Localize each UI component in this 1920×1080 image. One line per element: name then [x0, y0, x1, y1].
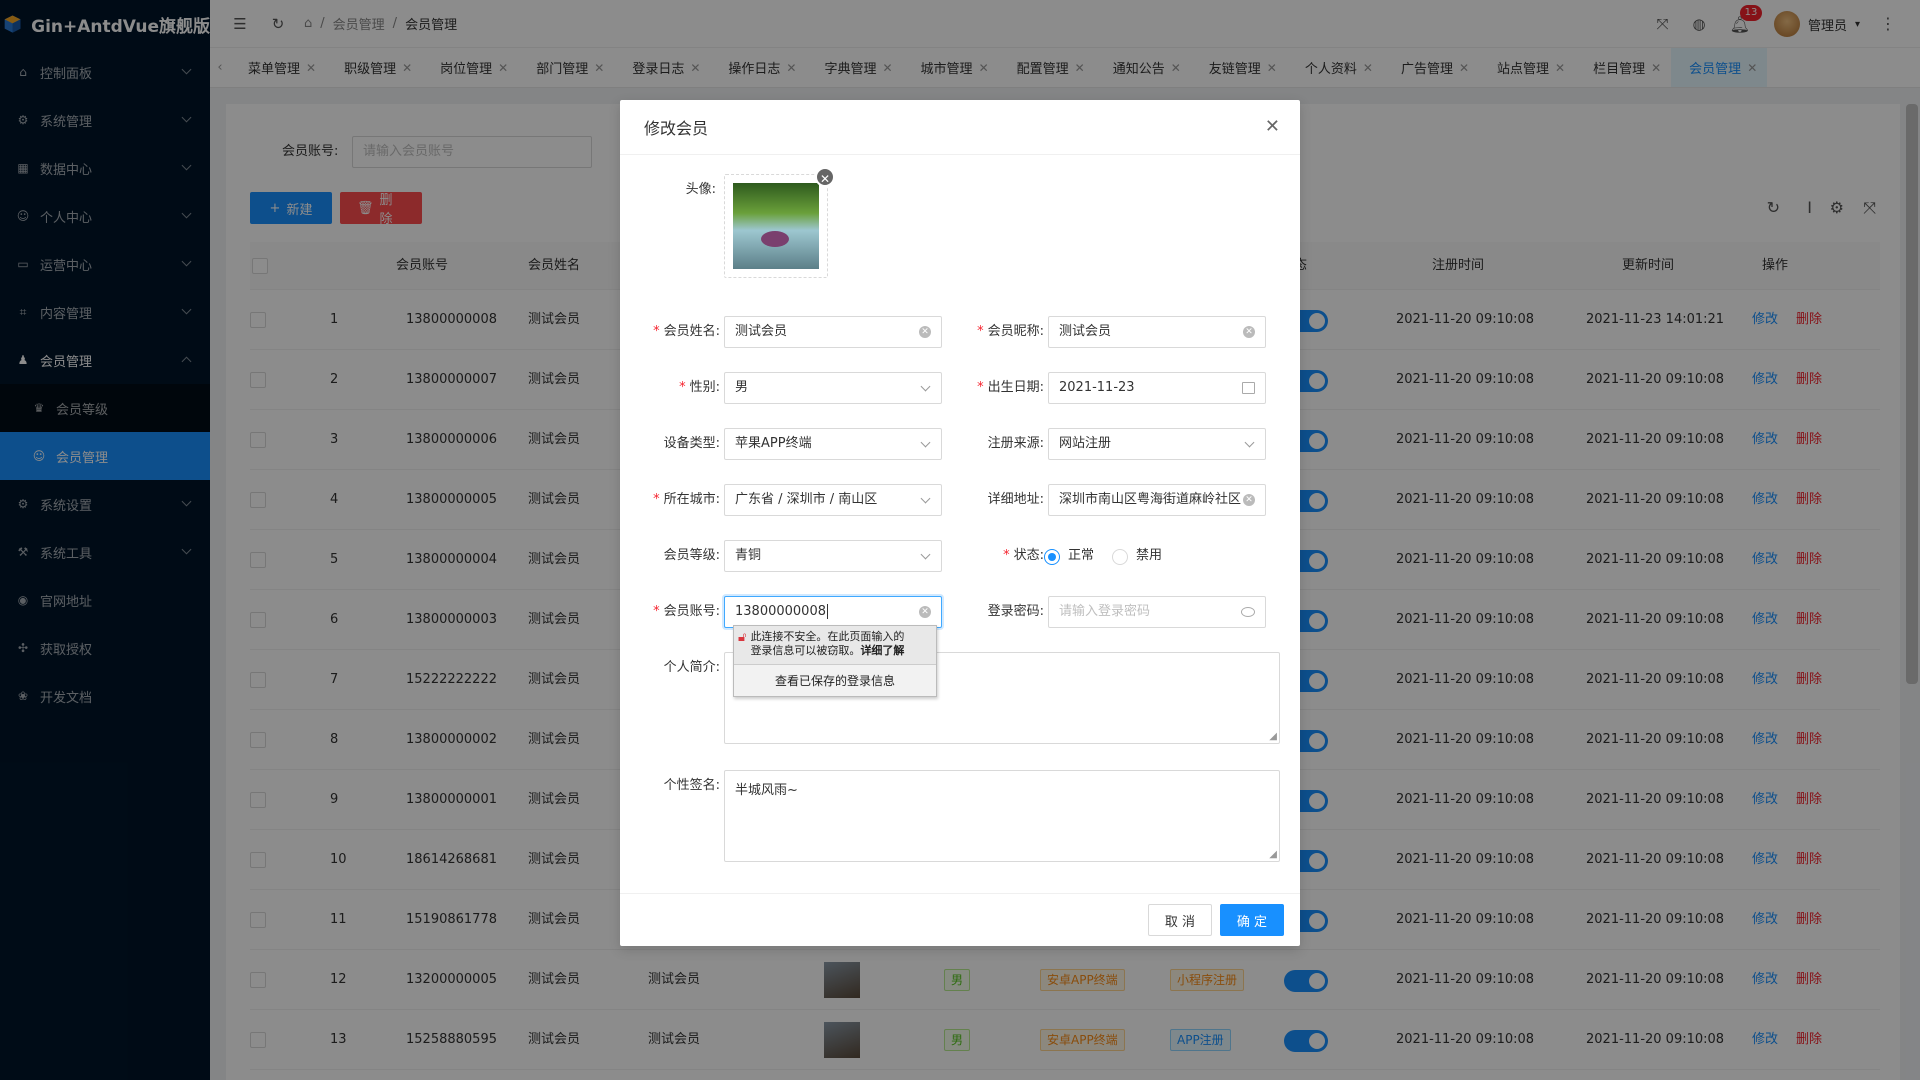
status-label: * 状态: — [1003, 548, 1044, 563]
label-text: 状态: — [1013, 548, 1044, 563]
device-label: 设备类型: — [663, 436, 720, 451]
password-label: 登录密码: — [987, 604, 1044, 619]
clear-icon[interactable]: ✕ — [1243, 494, 1255, 506]
chevron-down-icon — [920, 381, 931, 392]
field-value: 深圳市南山区粤海街道麻岭社区 — [1059, 492, 1242, 507]
resize-handle-icon[interactable]: ◢ — [1269, 849, 1277, 860]
avatar-image — [733, 183, 819, 269]
field-placeholder: 请输入登录密码 — [1059, 604, 1151, 619]
address-field[interactable]: 深圳市南山区粤海街道麻岭社区 ✕ — [1048, 484, 1266, 516]
level-select[interactable]: 青铜 — [724, 540, 942, 572]
close-icon[interactable]: ✕ — [1265, 118, 1280, 136]
field-value: 网站注册 — [1059, 436, 1112, 451]
modal-footer: 取 消 确 定 — [620, 893, 1300, 946]
warning-line: 登录信息可以被窃取。详细了解 — [750, 644, 904, 658]
gender-label: * 性别: — [679, 380, 720, 395]
city-cascader[interactable]: 广东省 / 深圳市 / 南山区 — [724, 484, 942, 516]
label-text: 会员姓名: — [663, 324, 720, 339]
field-value: 广东省 / 深圳市 / 南山区 — [735, 492, 878, 507]
label-text: 出生日期: — [987, 380, 1044, 395]
source-label: 注册来源: — [987, 436, 1044, 451]
field-value: 测试会员 — [735, 324, 788, 339]
lock-warning-icon: 🔓︎ — [738, 630, 747, 645]
chevron-down-icon — [1244, 437, 1255, 448]
calendar-icon — [1242, 382, 1255, 394]
field-value: 男 — [735, 380, 749, 395]
account-label: * 会员账号: — [653, 604, 720, 619]
password-field[interactable]: 请输入登录密码 — [1048, 596, 1266, 628]
status-normal-label[interactable]: 正常 — [1068, 540, 1094, 572]
clear-icon[interactable]: ✕ — [919, 326, 931, 338]
address-label: 详细地址: — [987, 492, 1044, 507]
chevron-down-icon — [920, 437, 931, 448]
city-label: * 所在城市: — [653, 492, 720, 507]
status-normal-radio[interactable] — [1044, 549, 1060, 565]
birthday-label: * 出生日期: — [977, 380, 1044, 395]
field-value: 青铜 — [735, 548, 762, 563]
insecure-warning: 🔓︎ 此连接不安全。在此页面输入的 登录信息可以被窃取。详细了解 — [734, 626, 936, 664]
text-cursor — [826, 604, 828, 619]
level-label: 会员等级: — [663, 548, 720, 563]
gender-select[interactable]: 男 — [724, 372, 942, 404]
status-disabled-label[interactable]: 禁用 — [1136, 540, 1162, 572]
eye-invisible-icon[interactable] — [1241, 607, 1255, 617]
label-text: 会员账号: — [663, 604, 720, 619]
cancel-button[interactable]: 取 消 — [1148, 904, 1212, 936]
field-value: 半城风雨~ — [735, 783, 798, 798]
name-field[interactable]: 测试会员 ✕ — [724, 316, 942, 348]
warning-text: 此连接不安全。在此页面输入的 登录信息可以被窃取。详细了解 — [750, 630, 904, 664]
field-value: 2021-11-23 — [1059, 380, 1135, 395]
insecure-login-popup: 🔓︎ 此连接不安全。在此页面输入的 登录信息可以被窃取。详细了解 查看已保存的登… — [733, 625, 937, 697]
name-label: * 会员姓名: — [653, 324, 720, 339]
clear-icon[interactable]: ✕ — [1243, 326, 1255, 338]
avatar-image-detail — [761, 231, 789, 247]
learn-more-link[interactable]: 详细了解 — [860, 644, 904, 657]
device-select[interactable]: 苹果APP终端 — [724, 428, 942, 460]
status-disabled-radio[interactable] — [1112, 549, 1128, 565]
field-value: 13800000008 — [735, 604, 826, 619]
chevron-down-icon — [920, 549, 931, 560]
modal-title: 修改会员 — [620, 100, 1300, 155]
label-text: 所在城市: — [663, 492, 720, 507]
ok-button[interactable]: 确 定 — [1220, 904, 1284, 936]
signature-textarea[interactable]: 半城风雨~ ◢ — [724, 770, 1280, 862]
view-saved-logins[interactable]: 查看已保存的登录信息 — [734, 664, 936, 696]
label-text: 性别: — [689, 380, 720, 395]
avatar-upload[interactable]: ✕ — [724, 167, 835, 278]
warning-line: 此连接不安全。在此页面输入的 — [750, 630, 905, 643]
warning-line-text: 登录信息可以被窃取。 — [750, 644, 861, 657]
signature-label: 个性签名: — [663, 778, 720, 793]
nickname-field[interactable]: 测试会员 ✕ — [1048, 316, 1266, 348]
field-value: 测试会员 — [1059, 324, 1112, 339]
account-field[interactable]: 13800000008 ✕ — [724, 596, 942, 628]
field-value: 苹果APP终端 — [735, 436, 812, 451]
chevron-down-icon — [920, 493, 931, 504]
remove-avatar-icon[interactable]: ✕ — [815, 167, 835, 187]
resize-handle-icon[interactable]: ◢ — [1269, 731, 1277, 742]
avatar-label: 头像: — [685, 182, 716, 197]
source-select[interactable]: 网站注册 — [1048, 428, 1266, 460]
label-text: 会员昵称: — [987, 324, 1044, 339]
intro-label: 个人简介: — [663, 660, 720, 675]
edit-member-modal: 修改会员 ✕ 头像: ✕ * 会员姓名: 测试会员 ✕ * 会员昵称: 测试会员 ✕ *… — [620, 100, 1300, 946]
clear-icon[interactable]: ✕ — [919, 606, 931, 618]
nickname-label: * 会员昵称: — [977, 324, 1044, 339]
birthday-picker[interactable]: 2021-11-23 — [1048, 372, 1266, 404]
